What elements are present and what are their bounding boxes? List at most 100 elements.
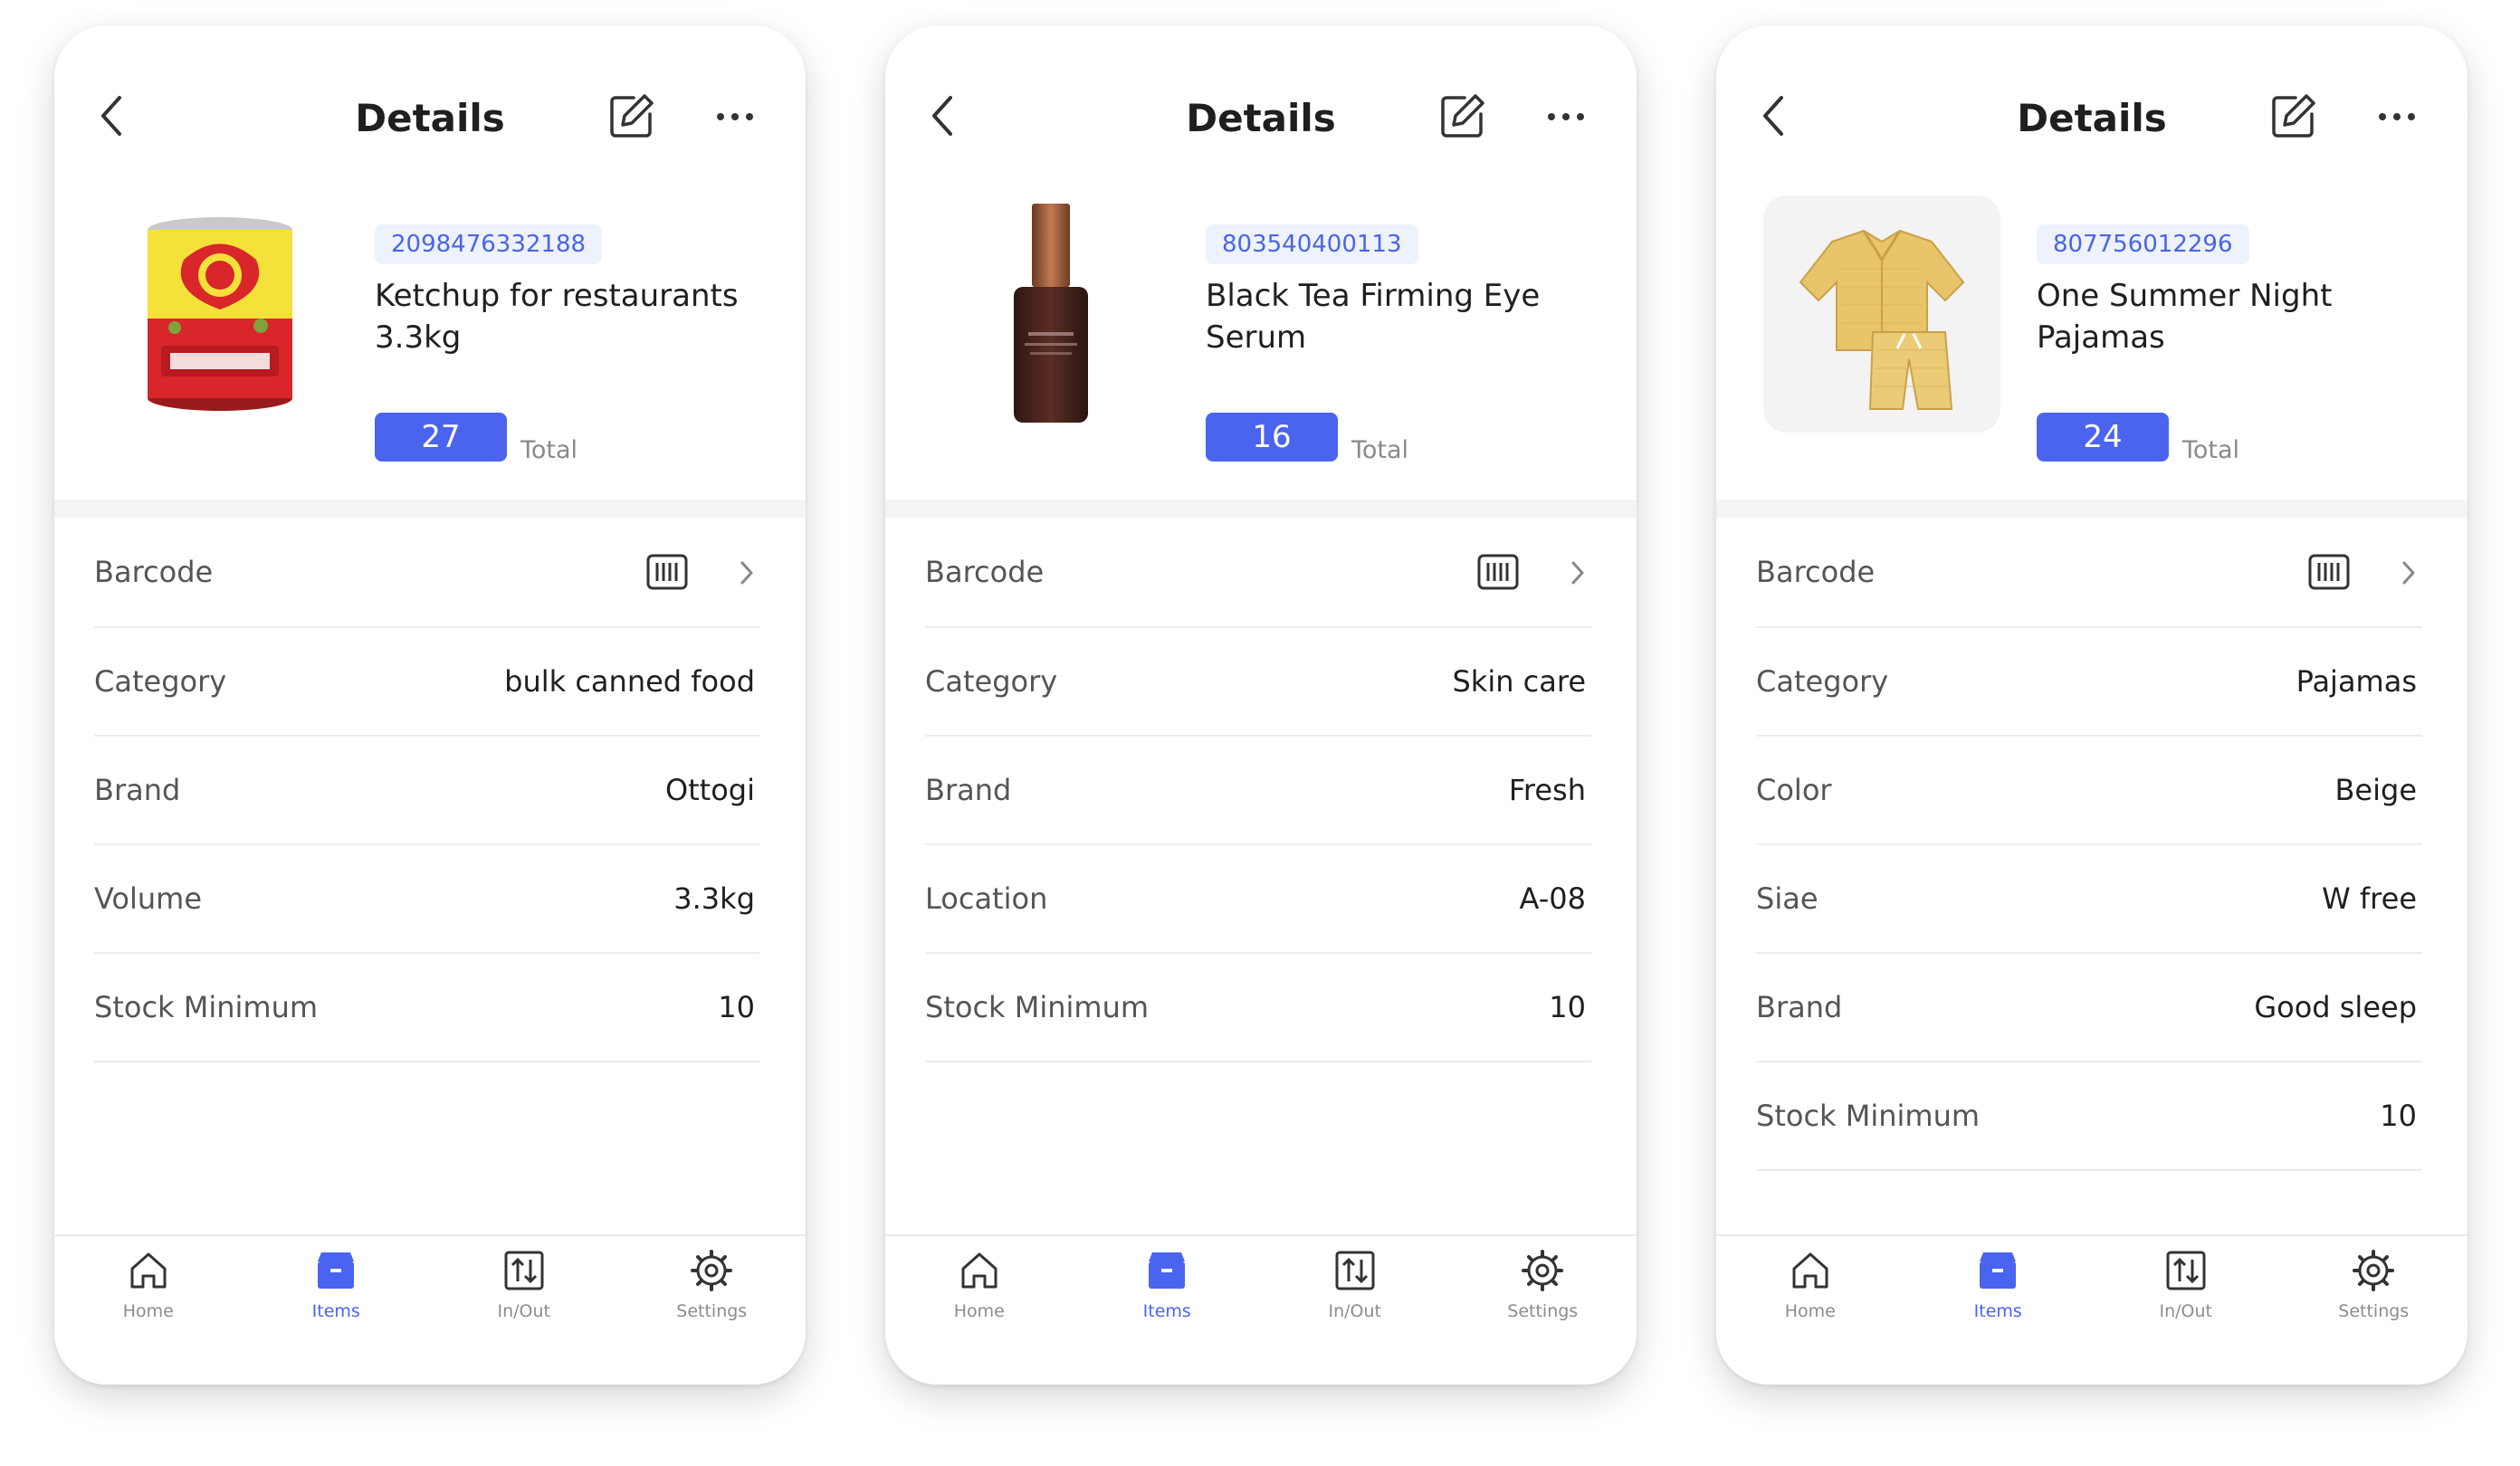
row-value: Ottogi: [664, 773, 755, 807]
stock-minimum-row: Stock Minimum 10: [94, 954, 760, 1062]
nav-inout[interactable]: In/Out: [2092, 1236, 2280, 1385]
row-label: Barcode: [94, 555, 214, 589]
chevron-right-icon[interactable]: [1570, 559, 1586, 586]
page-title: Details: [1186, 96, 1336, 140]
row-label: Location: [925, 881, 1048, 916]
stock-minimum-row: Stock Minimum 10: [925, 954, 1591, 1062]
row-label: Brand: [1756, 990, 1843, 1024]
chevron-right-icon[interactable]: [2401, 559, 2417, 586]
page-title: Details: [2017, 96, 2167, 140]
color-row: Color Beige: [1756, 737, 2422, 845]
nav-home[interactable]: Home: [885, 1236, 1074, 1385]
edit-icon[interactable]: [1437, 90, 1488, 141]
header: Details: [1716, 25, 2468, 161]
in-out-icon: [504, 1251, 544, 1290]
nav-settings[interactable]: Settings: [2280, 1236, 2468, 1385]
barcode-icon[interactable]: [646, 554, 688, 590]
product-image-serum-bottle: [932, 195, 1169, 433]
category-row: Category bulk canned food: [94, 628, 760, 737]
phone-screen-serum: Details 803540400113 Black Tea Firming E…: [885, 25, 1637, 1385]
row-label: Stock Minimum: [925, 990, 1150, 1024]
more-options-icon[interactable]: [1544, 103, 1588, 130]
barcode-icon[interactable]: [2308, 554, 2350, 590]
detail-list: Barcode Category bulk canned food Brand …: [94, 518, 760, 1062]
gear-icon: [1522, 1250, 1564, 1291]
barcode-row[interactable]: Barcode: [1756, 518, 2422, 628]
header: Details: [885, 25, 1637, 161]
row-value: Pajamas: [2296, 664, 2417, 699]
home-icon: [130, 1252, 167, 1289]
page-title: Details: [355, 96, 505, 140]
barcode-row[interactable]: Barcode: [925, 518, 1591, 628]
quantity-badge: 27: [375, 413, 507, 462]
row-value: bulk canned food: [504, 664, 755, 699]
nav-label: Settings: [2338, 1301, 2410, 1321]
row-value: Skin care: [1452, 664, 1586, 699]
nav-inout[interactable]: In/Out: [430, 1236, 618, 1385]
bottom-nav: Home Items In/Out Settings: [54, 1234, 806, 1385]
nav-inout[interactable]: In/Out: [1261, 1236, 1449, 1385]
nav-label: In/Out: [1328, 1301, 1382, 1321]
stock-minimum-row: Stock Minimum 10: [1756, 1062, 2422, 1171]
category-row: Category Pajamas: [1756, 628, 2422, 737]
nav-label: Settings: [1507, 1301, 1579, 1321]
header: Details: [54, 25, 806, 161]
product-name: One Summer Night Pajamas: [2037, 278, 2333, 356]
brand-row: Brand Good sleep: [1756, 954, 2422, 1062]
row-label: Brand: [94, 773, 181, 807]
product-image-ketchup-can: [101, 195, 339, 433]
chevron-right-icon[interactable]: [739, 559, 755, 586]
row-label: Category: [94, 664, 227, 699]
nav-items[interactable]: Items: [1904, 1236, 2093, 1385]
product-image-pajamas: [1763, 195, 2000, 433]
in-out-icon: [1335, 1251, 1375, 1290]
row-label: Barcode: [1756, 555, 1876, 589]
brand-row: Brand Ottogi: [94, 737, 760, 845]
quantity-badge: 24: [2037, 413, 2169, 462]
edit-icon[interactable]: [2268, 90, 2319, 141]
section-divider: [1716, 500, 2468, 518]
nav-label: In/Out: [2159, 1301, 2213, 1321]
in-out-icon: [2166, 1251, 2206, 1290]
nav-label: Items: [1142, 1301, 1191, 1321]
gear-icon: [691, 1250, 733, 1291]
box-icon: [1149, 1252, 1186, 1289]
nav-items[interactable]: Items: [1074, 1236, 1262, 1385]
nav-items[interactable]: Items: [243, 1236, 431, 1385]
barcode-icon[interactable]: [1477, 554, 1519, 590]
row-value: W free: [2322, 881, 2417, 916]
row-label: Stock Minimum: [1756, 1099, 1981, 1133]
box-icon: [1980, 1252, 2017, 1289]
product-name: Black Tea Firming Eye Serum: [1206, 278, 1541, 356]
quantity-label: Total: [2182, 436, 2240, 464]
nav-settings[interactable]: Settings: [1449, 1236, 1637, 1385]
phone-screen-ketchup: Details 2098476332188 Ketchup for restau…: [54, 25, 806, 1385]
nav-settings[interactable]: Settings: [618, 1236, 807, 1385]
barcode-number-badge: 803540400113: [1206, 224, 1418, 264]
nav-label: Home: [1784, 1301, 1836, 1321]
gear-icon: [2353, 1250, 2395, 1291]
row-label: Category: [925, 664, 1058, 699]
quantity-badge: 16: [1206, 413, 1338, 462]
nav-label: Items: [1973, 1301, 2022, 1321]
row-label: Siae: [1756, 881, 1818, 916]
more-options-icon[interactable]: [2375, 103, 2419, 130]
nav-label: Items: [311, 1301, 360, 1321]
row-label: Stock Minimum: [94, 990, 319, 1024]
location-row: Location A-08: [925, 845, 1591, 954]
stage: Details 2098476332188 Ketchup for restau…: [0, 0, 2520, 1466]
detail-list: Barcode Category Skin care Brand Fresh L…: [925, 518, 1591, 1062]
nav-label: Home: [953, 1301, 1005, 1321]
home-icon: [961, 1252, 998, 1289]
box-icon: [318, 1252, 355, 1289]
barcode-row[interactable]: Barcode: [94, 518, 760, 628]
row-label: Brand: [925, 773, 1012, 807]
row-value: 3.3kg: [673, 881, 755, 916]
row-value: 10: [718, 990, 755, 1024]
size-row: Siae W free: [1756, 845, 2422, 954]
nav-home[interactable]: Home: [1716, 1236, 1904, 1385]
edit-icon[interactable]: [606, 90, 657, 141]
barcode-number-badge: 2098476332188: [375, 224, 603, 264]
more-options-icon[interactable]: [713, 103, 757, 130]
nav-home[interactable]: Home: [54, 1236, 243, 1385]
